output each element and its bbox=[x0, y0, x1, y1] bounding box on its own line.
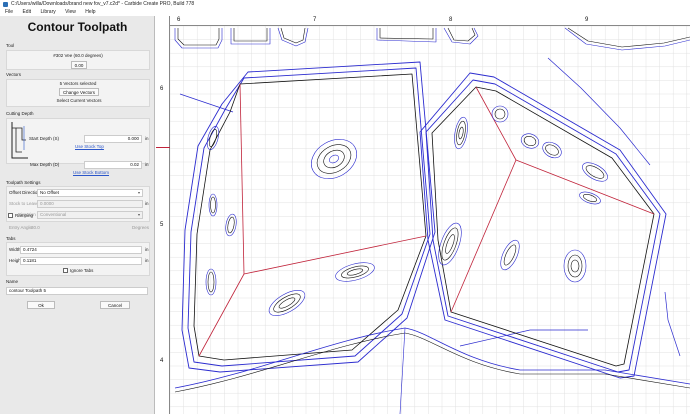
ruler-top-7: 7 bbox=[313, 17, 317, 23]
max-depth-label: Max Depth (D) bbox=[30, 162, 60, 167]
ruler-top-6: 6 bbox=[177, 17, 181, 23]
tabs-section-label: Tabs bbox=[6, 236, 16, 241]
ignore-tabs-checkbox[interactable] bbox=[63, 268, 68, 273]
name-section-label: Name bbox=[6, 279, 19, 284]
start-depth-unit: in bbox=[145, 136, 149, 141]
offset-direction-label: Offset Direction bbox=[9, 190, 40, 195]
offset-direction-select[interactable]: No Offset ▾ bbox=[37, 189, 143, 197]
depth-diagram-icon bbox=[11, 122, 28, 159]
use-stock-top-link[interactable]: Use Stock Top bbox=[75, 144, 104, 149]
tool-section-label: Tool bbox=[6, 43, 15, 48]
menu-bar: File Edit Library View Help bbox=[0, 9, 690, 16]
top-ruler: 6 7 8 9 bbox=[170, 16, 690, 26]
ruler-left-6: 6 bbox=[160, 86, 164, 92]
menu-view[interactable]: View bbox=[65, 9, 76, 16]
die-left-pips bbox=[205, 126, 375, 316]
entry-angle-value[interactable]: 30.0 bbox=[31, 225, 40, 230]
tab-width-unit: in bbox=[145, 247, 149, 252]
die-right-pips bbox=[438, 105, 608, 283]
app-icon bbox=[3, 2, 8, 7]
vectors-section-label: Vectors bbox=[6, 72, 22, 77]
menu-file[interactable]: File bbox=[5, 9, 13, 16]
direction-value: Conventional bbox=[40, 212, 67, 217]
entry-angle-label: Entry Angle bbox=[9, 225, 33, 230]
cutting-depth-section-label: Cutting Depth bbox=[6, 111, 34, 116]
stock-to-leave-label: Stock to Leave bbox=[9, 201, 39, 206]
ruler-depth-marker bbox=[156, 147, 170, 148]
tab-width-label: Width bbox=[9, 247, 21, 252]
ramping-label: Ramping bbox=[15, 213, 34, 218]
select-current-vectors-button[interactable]: Select Current Vectors bbox=[47, 97, 111, 105]
stock-to-leave-unit: in bbox=[145, 201, 149, 206]
vectors-box: 5 Vectors selected Change Vectors Select… bbox=[6, 79, 150, 107]
ruler-top-9: 9 bbox=[585, 17, 589, 23]
menu-library[interactable]: Library bbox=[40, 9, 55, 16]
tool-value-button[interactable]: 0.00 bbox=[71, 61, 87, 69]
design-vectors bbox=[174, 27, 690, 414]
window-title: C:/Users/willa/Downloads/brand new fov_v… bbox=[11, 1, 195, 7]
toolpath-panel: Contour Toolpath Tool #302 Vee (60.0 deg… bbox=[0, 16, 155, 414]
ruler-left-4: 4 bbox=[160, 358, 164, 364]
left-ruler: 6 5 4 bbox=[156, 16, 170, 414]
chevron-down-icon: ▾ bbox=[137, 212, 140, 217]
start-depth-input[interactable]: 0.000 bbox=[84, 135, 142, 143]
app-window: C:/Users/willa/Downloads/brand new fov_v… bbox=[0, 0, 690, 414]
ramping-checkbox[interactable] bbox=[8, 213, 13, 218]
tool-box[interactable]: #302 Vee (60.0 degrees) 0.00 bbox=[6, 50, 150, 70]
direction-select[interactable]: Conventional ▾ bbox=[37, 211, 143, 219]
design-canvas[interactable] bbox=[156, 16, 690, 414]
toolpath-name-input[interactable]: contour Toolpath 5 bbox=[6, 287, 148, 295]
max-depth-input[interactable]: 0.02 bbox=[84, 161, 142, 169]
die-left-outline bbox=[181, 61, 436, 373]
die-right-outline bbox=[419, 72, 667, 379]
cancel-button[interactable]: Cancel bbox=[100, 301, 130, 309]
offset-direction-value: No Offset bbox=[40, 190, 59, 195]
ruler-top-8: 8 bbox=[449, 17, 453, 23]
menu-edit[interactable]: Edit bbox=[22, 9, 31, 16]
vectors-selected-text: 5 Vectors selected bbox=[59, 81, 97, 86]
tab-height-unit: in bbox=[145, 258, 149, 263]
menu-help[interactable]: Help bbox=[85, 9, 95, 16]
chevron-down-icon: ▾ bbox=[137, 190, 140, 195]
tool-name: #302 Vee (60.0 degrees) bbox=[53, 53, 103, 58]
change-vectors-button[interactable]: Change Vectors bbox=[59, 88, 99, 96]
top-lettering-shapes bbox=[174, 27, 690, 51]
entry-angle-unit: Degrees bbox=[132, 225, 150, 230]
use-stock-bottom-link[interactable]: Use Stock Bottom bbox=[73, 170, 109, 175]
tab-width-input[interactable]: 0.4724 bbox=[20, 246, 142, 254]
panel-title: Contour Toolpath bbox=[27, 20, 128, 34]
stock-to-leave-input[interactable]: 0.0000 bbox=[37, 200, 143, 208]
toolpath-settings-section-label: Toolpath Settings bbox=[6, 180, 41, 185]
tab-height-input[interactable]: 0.1181 bbox=[20, 257, 142, 265]
start-depth-label: Start Depth (S) bbox=[29, 136, 60, 141]
max-depth-unit: in bbox=[145, 162, 149, 167]
ruler-left-5: 5 bbox=[160, 222, 164, 228]
title-bar: C:/Users/willa/Downloads/brand new fov_v… bbox=[0, 0, 690, 9]
ok-button[interactable]: Ok bbox=[27, 301, 55, 309]
ignore-tabs-label: Ignore Tabs bbox=[70, 268, 94, 273]
